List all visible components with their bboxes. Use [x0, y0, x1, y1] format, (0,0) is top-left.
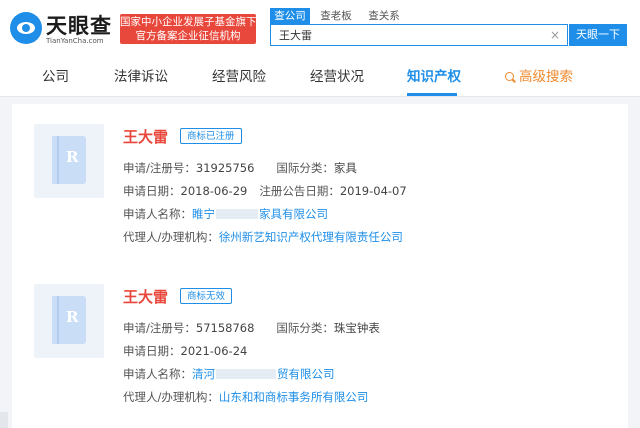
class-value: 珠宝钟表	[333, 321, 380, 335]
nav-ip[interactable]: 知识产权	[407, 58, 461, 96]
nav-risk[interactable]: 经营风险	[212, 58, 266, 96]
agent-row: 代理人/办理机构：山东和和商标事务所有限公司	[123, 389, 368, 405]
advanced-search-label: 高级搜索	[519, 69, 573, 85]
status-badge: 商标已注册	[180, 128, 242, 144]
class-label: 国际分类：	[276, 321, 334, 335]
advanced-search-link[interactable]: 高级搜索	[505, 58, 573, 96]
search-icon	[505, 72, 515, 82]
agent-link[interactable]: 山东和和商标事务所有限公司	[219, 390, 369, 404]
status-badge: 商标无效	[180, 288, 233, 304]
logo-domain: TianYanCha.com	[46, 37, 104, 45]
tab-search-company[interactable]: 查公司	[270, 8, 310, 24]
reg-number: 31925756	[195, 161, 255, 175]
clear-icon[interactable]: ×	[550, 27, 560, 43]
page-edge	[0, 412, 8, 428]
trademark-title[interactable]: 王大雷	[123, 286, 168, 307]
class-value: 家具	[333, 161, 357, 175]
reg-row: 申请/注册号：57158768 国际分类：珠宝钟表	[123, 320, 380, 336]
agent-link[interactable]: 徐州新艺知识产权代理有限责任公司	[219, 230, 403, 244]
nav-company[interactable]: 公司	[42, 58, 69, 96]
applicant-label: 申请人名称：	[123, 367, 192, 381]
nav-operation[interactable]: 经营状况	[310, 58, 364, 96]
redacted-blur	[216, 209, 258, 219]
date-label: 申请日期：	[123, 184, 181, 198]
search-input[interactable]	[271, 25, 549, 45]
announce-label: 注册公告日期：	[259, 184, 340, 198]
gov-badge-line1: 国家中小企业发展子基金旗下	[120, 16, 257, 28]
date-value: 2018-06-29	[180, 184, 248, 198]
applicant-link[interactable]: 清河 贸有限公司	[192, 367, 335, 381]
announce-value: 2019-04-07	[339, 184, 407, 198]
redacted-blur	[216, 369, 276, 379]
agent-label: 代理人/办理机构：	[123, 230, 219, 244]
tab-search-boss[interactable]: 查老板	[314, 8, 358, 24]
reg-number: 57158768	[195, 321, 255, 335]
reg-label: 申请/注册号：	[123, 161, 196, 175]
trademark-list: 王大雷 商标已注册 申请/注册号：31925756国际分类：家具 申请日期：20…	[12, 104, 628, 428]
reg-label: 申请/注册号：	[123, 321, 196, 335]
reg-row: 申请/注册号：31925756 国际分类：家具	[123, 160, 357, 176]
header: 天眼查 TianYanCha.com 国家中小企业发展子基金旗下 官方备案企业征…	[0, 0, 640, 58]
tianyancha-logo[interactable]: 天眼查 TianYanCha.com	[10, 10, 115, 48]
nav-legal[interactable]: 法律诉讼	[114, 58, 168, 96]
tab-search-relation[interactable]: 查关系	[362, 8, 406, 24]
date-row: 申请日期：2018-06-29 注册公告日期：2019-04-07	[123, 183, 407, 199]
applicant-label: 申请人名称：	[123, 207, 192, 221]
agent-row: 代理人/办理机构：徐州新艺知识产权代理有限责任公司	[123, 229, 403, 245]
class-label: 国际分类：	[276, 161, 334, 175]
search-box: ×	[270, 24, 568, 46]
agent-label: 代理人/办理机构：	[123, 390, 219, 404]
trademark-book-icon	[52, 136, 86, 184]
search-button[interactable]: 天眼一下	[569, 24, 627, 46]
result-nav: 公司 法律诉讼 经营风险 经营状况 知识产权 高级搜索	[0, 58, 640, 97]
gov-badge: 国家中小企业发展子基金旗下 官方备案企业征信机构	[120, 14, 257, 44]
applicant-row: 申请人名称：清河 贸有限公司	[123, 366, 335, 382]
date-row: 申请日期：2021-06-24	[123, 343, 247, 359]
trademark-image[interactable]	[34, 284, 104, 358]
eye-logo-icon	[10, 12, 42, 44]
applicant-link[interactable]: 睢宁 家具有限公司	[192, 207, 328, 221]
logo-text: 天眼查	[46, 14, 112, 38]
trademark-book-icon	[52, 296, 86, 344]
date-label: 申请日期：	[123, 344, 181, 358]
applicant-row: 申请人名称：睢宁 家具有限公司	[123, 206, 328, 222]
trademark-image[interactable]	[34, 124, 104, 198]
gov-badge-line2: 官方备案企业征信机构	[135, 30, 241, 42]
trademark-title[interactable]: 王大雷	[123, 126, 168, 147]
nav-active-underline	[407, 93, 457, 96]
date-value: 2021-06-24	[180, 344, 248, 358]
